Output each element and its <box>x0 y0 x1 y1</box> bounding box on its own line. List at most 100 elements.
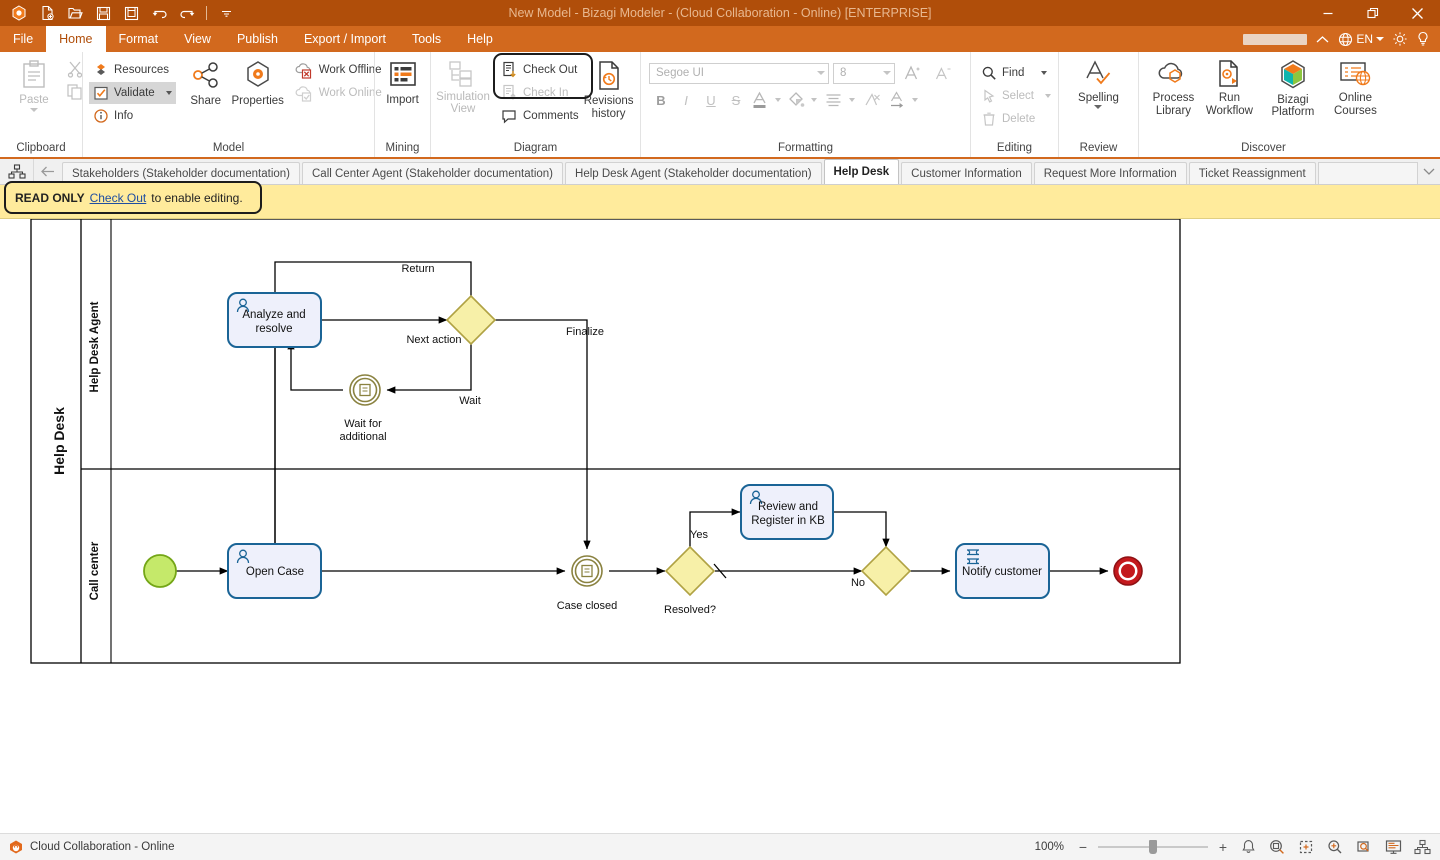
spelling-dropdown-icon[interactable] <box>1094 105 1103 109</box>
work-online-button[interactable]: Work Online <box>290 82 386 104</box>
info-button[interactable]: Info <box>89 105 176 127</box>
zoom-out-button[interactable]: − <box>1077 839 1089 855</box>
bold-button[interactable]: B <box>649 89 673 111</box>
menu-publish[interactable]: Publish <box>224 26 291 52</box>
redo-icon[interactable] <box>174 2 200 24</box>
bizagi-logo-icon[interactable] <box>6 2 32 24</box>
find-dropdown-icon[interactable] <box>1041 71 1048 75</box>
comments-button[interactable]: Comments <box>497 105 583 127</box>
fill-color-button[interactable] <box>785 89 807 111</box>
doc-tab-ticket-reassignment[interactable]: Ticket Reassignment <box>1188 162 1316 184</box>
find-button[interactable]: Find <box>977 62 1055 84</box>
italic-button[interactable]: I <box>674 89 698 111</box>
doc-tab-request-more-information[interactable]: Request More Information <box>1033 162 1187 184</box>
work-offline-button[interactable]: Work Offline <box>290 59 386 81</box>
check-out-link[interactable]: Check Out <box>90 191 147 205</box>
task-notify-customer[interactable]: Notify customer <box>955 543 1050 599</box>
chevron-up-icon[interactable] <box>1315 34 1330 45</box>
spelling-button[interactable]: Spelling <box>1072 56 1125 112</box>
zoom-slider-thumb[interactable] <box>1149 840 1157 854</box>
doc-tab-customer-information[interactable]: Customer Information <box>901 162 1032 184</box>
user-account-label[interactable] <box>1243 33 1308 45</box>
simulation-view-button[interactable]: Simulation View <box>436 57 490 118</box>
menu-tools[interactable]: Tools <box>399 26 454 52</box>
bpmn-diagram[interactable]: Help Desk Help Desk Agent Call center Re… <box>0 219 1440 833</box>
validate-dropdown-icon[interactable] <box>165 91 172 95</box>
check-in-button[interactable]: Check In <box>497 82 583 104</box>
save-as-icon[interactable] <box>118 2 144 24</box>
revisions-history-button[interactable]: Revisions history <box>583 57 635 123</box>
fill-color-dropdown-icon[interactable] <box>808 89 820 111</box>
menu-format[interactable]: Format <box>106 26 172 52</box>
lightbulb-icon[interactable] <box>1416 31 1430 47</box>
save-icon[interactable] <box>90 2 116 24</box>
event-start[interactable] <box>143 554 177 588</box>
font-color-button[interactable] <box>749 89 771 111</box>
import-button[interactable]: Import <box>377 56 429 109</box>
diagram-view-icon[interactable] <box>1412 837 1432 857</box>
task-analyze-and-resolve[interactable]: Analyze and resolve <box>227 292 322 348</box>
zoom-in-icon[interactable] <box>1325 837 1345 857</box>
open-icon[interactable] <box>62 2 88 24</box>
select-dropdown-icon[interactable] <box>1044 94 1051 98</box>
text-direction-dropdown-icon[interactable] <box>909 89 921 111</box>
text-direction-button[interactable] <box>886 89 908 111</box>
bizagi-platform-button[interactable]: Bizagi Platform <box>1257 56 1329 121</box>
chevron-down-icon[interactable] <box>1376 37 1384 41</box>
check-out-button[interactable]: Check Out <box>497 59 583 81</box>
clear-formatting-button[interactable] <box>859 89 885 111</box>
paste-dropdown-icon[interactable] <box>30 108 38 112</box>
menu-view[interactable]: View <box>171 26 224 52</box>
event-end[interactable] <box>1113 556 1143 586</box>
run-workflow-button[interactable]: Run Workflow <box>1202 56 1257 120</box>
task-open-case[interactable]: Open Case <box>227 543 322 599</box>
menu-export-import[interactable]: Export / Import <box>291 26 399 52</box>
doc-tab-help-desk-agent[interactable]: Help Desk Agent (Stakeholder documentati… <box>565 162 822 184</box>
language-selector[interactable]: EN <box>1338 32 1384 47</box>
fit-width-icon[interactable] <box>1296 837 1316 857</box>
resources-button[interactable]: Resources <box>89 59 176 81</box>
tab-overflow-chevron-down-icon[interactable] <box>1418 159 1440 184</box>
presentation-view-icon[interactable] <box>1383 837 1403 857</box>
font-name-select[interactable]: Segoe UI <box>649 62 829 84</box>
strikethrough-button[interactable]: S <box>724 89 748 111</box>
chevron-down-icon[interactable] <box>883 71 891 75</box>
customize-qat-icon[interactable] <box>213 2 239 24</box>
zoom-in-button[interactable]: + <box>1217 839 1229 855</box>
close-icon[interactable] <box>1395 0 1440 26</box>
task-review-and-register-in-kb[interactable]: Review and Register in KB <box>740 484 834 540</box>
menu-help[interactable]: Help <box>454 26 506 52</box>
validate-button[interactable]: Validate <box>89 82 176 104</box>
shrink-font-button[interactable] <box>929 62 955 84</box>
underline-button[interactable]: U <box>699 89 723 111</box>
align-dropdown-icon[interactable] <box>846 89 858 111</box>
check-out-label: Check Out <box>523 64 578 76</box>
doc-tab-help-desk[interactable]: Help Desk <box>823 159 900 184</box>
zoom-slider[interactable] <box>1098 840 1208 854</box>
connection-status[interactable]: Cloud Collaboration - Online <box>8 839 174 855</box>
restore-icon[interactable] <box>1350 0 1395 26</box>
online-courses-button[interactable]: Online Courses <box>1329 56 1382 120</box>
gear-icon[interactable] <box>1392 31 1408 47</box>
menu-file[interactable]: File <box>0 26 46 52</box>
font-color-dropdown-icon[interactable] <box>772 89 784 111</box>
font-size-select[interactable]: 8 <box>833 62 895 84</box>
align-button[interactable] <box>821 89 845 111</box>
paste-button[interactable]: Paste <box>8 56 60 115</box>
properties-button[interactable]: Properties <box>232 57 284 110</box>
process-library-button[interactable]: Process Library <box>1145 56 1202 120</box>
doc-tab-call-center-agent[interactable]: Call Center Agent (Stakeholder documenta… <box>302 162 564 184</box>
grow-font-button[interactable] <box>899 62 925 84</box>
minimize-icon[interactable] <box>1305 0 1350 26</box>
undo-icon[interactable] <box>146 2 172 24</box>
delete-button[interactable]: Delete <box>977 108 1055 130</box>
fit-page-icon[interactable] <box>1267 837 1287 857</box>
zoom-selection-icon[interactable] <box>1354 837 1374 857</box>
notifications-bell-icon[interactable] <box>1238 837 1258 857</box>
new-icon[interactable] <box>34 2 60 24</box>
diagram-canvas[interactable]: Help Desk Help Desk Agent Call center Re… <box>0 219 1440 833</box>
share-button[interactable]: Share <box>180 57 232 110</box>
select-button[interactable]: Select <box>977 85 1055 107</box>
chevron-down-icon[interactable] <box>817 71 825 75</box>
menu-home[interactable]: Home <box>46 26 106 52</box>
